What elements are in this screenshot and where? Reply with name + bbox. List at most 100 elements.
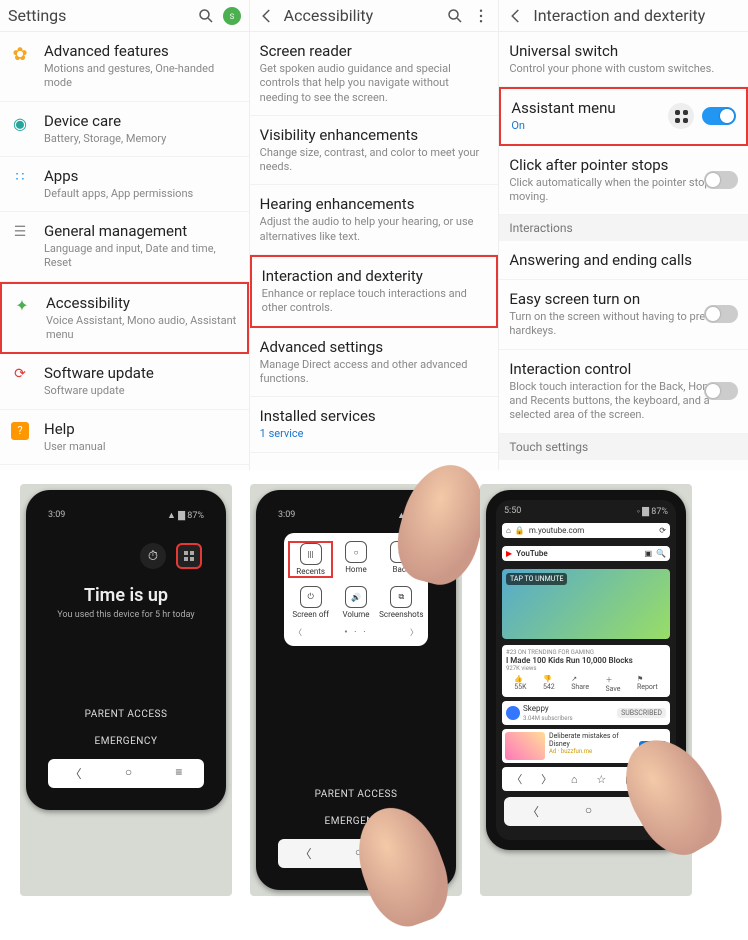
assistant-grid-icon[interactable] <box>668 103 694 129</box>
trending-badge: #23 ON TRENDING FOR GAMING <box>506 649 666 656</box>
assist-screen-off-button[interactable]: ⏻Screen off <box>288 586 333 619</box>
back-icon[interactable] <box>258 7 276 25</box>
search-icon[interactable] <box>197 7 215 25</box>
browser-bookmark-icon[interactable]: ☆ <box>596 773 606 786</box>
accessibility-item-visibility[interactable]: Visibility enhancements Change size, con… <box>250 116 499 186</box>
nav-recents-icon[interactable]: ≡ <box>405 845 412 862</box>
recommendation-row[interactable]: Deliberate mistakes of Disney Ad · buzzf… <box>502 729 670 763</box>
apps-icon: ∷ <box>16 169 25 185</box>
timer-icon[interactable]: ⏱ <box>140 543 166 569</box>
nav-home-icon[interactable]: ○ <box>585 803 592 820</box>
time-is-up-title: Time is up <box>44 585 208 606</box>
photo-row: 3:09 ▲ ▇ 87% ⏱ Time is up You used this … <box>0 470 748 910</box>
channel-name: Skeppy <box>523 704 549 713</box>
youtube-label: YouTube <box>516 549 548 558</box>
home-icon[interactable]: ⌂ <box>506 526 511 535</box>
parent-access-button[interactable]: PARENT ACCESS <box>274 781 438 808</box>
browser-url-bar[interactable]: ⌂ 🔒 m.youtube.com ⟳ <box>502 523 670 538</box>
settings-item-software-update[interactable]: ⟳ Software updateSoftware update <box>0 354 249 409</box>
settings-item-apps[interactable]: ∷ AppsDefault apps, App permissions <box>0 157 249 212</box>
settings-item-accessibility[interactable]: ✦ AccessibilityVoice Assistant, Mono aud… <box>0 282 249 355</box>
interaction-item-interaction-control[interactable]: Interaction control Block touch interact… <box>499 350 748 434</box>
software-update-icon: ⟳ <box>14 366 26 382</box>
interaction-item-universal-switch[interactable]: Universal switch Control your phone with… <box>499 32 748 87</box>
accessibility-item-hearing[interactable]: Hearing enhancements Adjust the audio to… <box>250 185 499 255</box>
youtube-topbar: ▶ YouTube ▣ 🔍 <box>502 546 670 561</box>
nav-back-icon[interactable]: 〈 <box>70 765 82 782</box>
interaction-item-assistant-menu[interactable]: Assistant menu On <box>499 87 748 145</box>
assist-next-icon[interactable]: 〉 <box>410 627 418 638</box>
assistant-menu-toggle[interactable] <box>702 107 736 125</box>
settings-item-advanced-features[interactable]: ✿ Advanced featuresMotions and gestures,… <box>0 32 249 102</box>
nav-back-icon[interactable]: 〈 <box>527 803 539 820</box>
report-button[interactable]: ⚑Report <box>637 675 658 693</box>
assist-home-button[interactable]: ○Home <box>333 541 378 578</box>
assist-back-button[interactable]: ◁Back <box>379 541 424 578</box>
settings-title: Settings <box>8 6 189 25</box>
assist-nav: 〈 • · · 〉 <box>288 627 424 638</box>
accessibility-item-advanced-settings[interactable]: Advanced settings Manage Direct access a… <box>250 328 499 398</box>
settings-item-general-management[interactable]: ☰ General managementLanguage and input, … <box>0 212 249 282</box>
avatar-icon[interactable]: S <box>223 7 241 25</box>
open-ad-button[interactable]: OPEN <box>639 741 667 751</box>
emergency-button[interactable]: EMERGENCY <box>274 808 438 835</box>
easy-screen-on-toggle[interactable] <box>704 305 738 323</box>
interaction-item-answering-calls[interactable]: Answering and ending calls <box>499 241 748 280</box>
interaction-control-toggle[interactable] <box>704 382 738 400</box>
back-icon[interactable] <box>507 7 525 25</box>
video-player[interactable]: TAP TO UNMUTE <box>502 569 670 639</box>
accessibility-item-interaction-dexterity[interactable]: Interaction and dexterity Enhance or rep… <box>250 255 499 328</box>
more-icon[interactable] <box>472 7 490 25</box>
rec-thumb <box>505 732 545 760</box>
svg-text:S: S <box>229 12 234 21</box>
nav-home-icon[interactable]: ○ <box>355 845 362 862</box>
rec-ad-label: Ad · buzzfun.me <box>549 748 635 755</box>
search-icon[interactable] <box>446 7 464 25</box>
interaction-title: Interaction and dexterity <box>533 6 740 25</box>
interaction-item-click-after-pointer[interactable]: Click after pointer stops Click automati… <box>499 146 748 216</box>
phone-2: 3:09 ▲ ▇ 87% |||Recents ○Home ◁Back ⏻Scr… <box>256 490 456 890</box>
phone-3: 5:50 ◦ ▇ 87% ⌂ 🔒 m.youtube.com ⟳ ▶ YouTu… <box>486 490 686 850</box>
channel-row[interactable]: Skeppy 3.04M subscribers SUBSCRIBED <box>502 701 670 725</box>
tap-to-unmute[interactable]: TAP TO UNMUTE <box>506 573 567 585</box>
nav-back-icon[interactable]: 〈 <box>300 845 312 862</box>
settings-item-help[interactable]: ? HelpUser manual <box>0 410 249 465</box>
interaction-item-touch-hold-delay[interactable]: Touch and hold delay Short (0.5 seconds) <box>499 460 748 470</box>
accessibility-title: Accessibility <box>284 6 439 25</box>
assistant-floating-icon[interactable] <box>176 543 202 569</box>
nav-recents-icon[interactable]: ≡ <box>638 803 645 820</box>
parent-access-button[interactable]: PARENT ACCESS <box>44 701 208 728</box>
dislike-button[interactable]: 👎542 <box>543 675 555 693</box>
interaction-panel: Interaction and dexterity Universal swit… <box>499 0 748 470</box>
general-management-icon: ☰ <box>14 224 27 240</box>
browser-back-icon[interactable]: 〈 <box>511 771 522 787</box>
settings-item-device-care[interactable]: ◉ Device careBattery, Storage, Memory <box>0 102 249 157</box>
assist-volume-button[interactable]: 🔊Volume <box>333 586 378 619</box>
subscribed-badge[interactable]: SUBSCRIBED <box>617 708 666 718</box>
settings-item-about-phone[interactable]: ⓘ About phoneStatus, Legal information, … <box>0 465 249 470</box>
click-after-pointer-toggle[interactable] <box>704 171 738 189</box>
assist-screenshots-button[interactable]: ⧉Screenshots <box>379 586 424 619</box>
nav-home-icon[interactable]: ○ <box>125 765 132 782</box>
search-icon[interactable]: 🔍 <box>656 549 666 558</box>
browser-forward-icon[interactable]: 〉 <box>541 771 552 787</box>
accessibility-item-installed-services[interactable]: Installed services 1 service <box>250 397 499 452</box>
assist-prev-icon[interactable]: 〈 <box>294 627 302 638</box>
browser-home-icon[interactable]: ⌂ <box>571 773 578 786</box>
youtube-logo-icon[interactable]: ▶ <box>506 549 512 558</box>
interaction-item-easy-screen-on[interactable]: Easy screen turn on Turn on the screen w… <box>499 280 748 350</box>
like-button[interactable]: 👍55K <box>514 675 526 693</box>
interaction-list: Universal switch Control your phone with… <box>499 32 748 470</box>
share-button[interactable]: ↗Share <box>571 675 589 693</box>
nav-recents-icon[interactable]: ≡ <box>175 765 182 782</box>
browser-tabs-icon[interactable]: ▢ <box>625 773 635 786</box>
cast-icon[interactable]: ▣ <box>644 549 652 558</box>
browser-menu-icon[interactable]: ≡ <box>654 773 660 786</box>
assist-recents-button[interactable]: |||Recents <box>288 541 333 578</box>
emergency-button[interactable]: EMERGENCY <box>44 728 208 755</box>
accessibility-item-screen-reader[interactable]: Screen reader Get spoken audio guidance … <box>250 32 499 116</box>
android-nav: 〈 ○ ≡ <box>504 797 668 826</box>
settings-header: Settings S <box>0 0 249 32</box>
save-button[interactable]: ＋Save <box>606 675 621 693</box>
reload-icon[interactable]: ⟳ <box>659 526 666 535</box>
